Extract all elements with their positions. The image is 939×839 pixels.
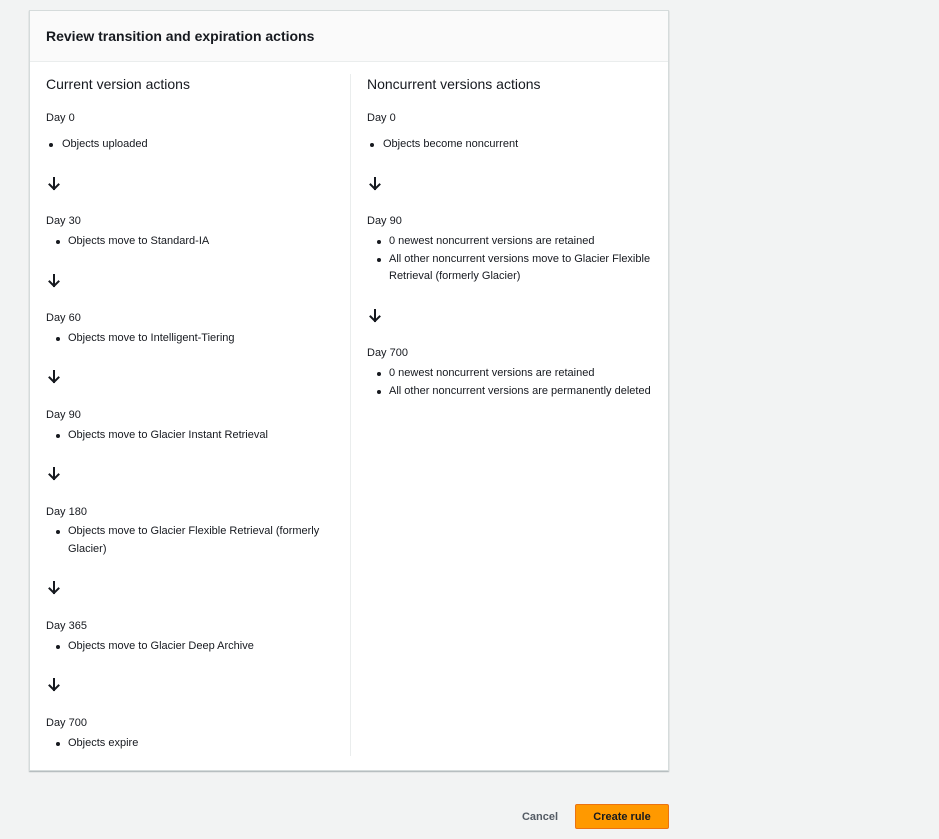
arrow-down-icon — [46, 176, 62, 192]
action-item: Objects move to Intelligent-Tiering — [46, 330, 348, 348]
day-label: Day 60 — [46, 312, 81, 324]
current-step-day-365: Day 365 Objects move to Glacier Deep Arc… — [46, 619, 348, 656]
action-item: Objects uploaded — [46, 136, 348, 154]
day-label: Day 0 — [367, 112, 396, 124]
current-step-day-0: Day 0 Objects uploaded — [46, 111, 348, 154]
action-list: Objects uploaded — [46, 136, 348, 154]
action-list: Objects move to Intelligent-Tiering — [46, 330, 348, 348]
current-step-day-60: Day 60 Objects move to Intelligent-Tieri… — [46, 311, 348, 348]
action-list: Objects move to Glacier Instant Retrieva… — [46, 427, 348, 445]
arrow-down-icon — [367, 176, 383, 192]
arrow-down-icon — [46, 273, 62, 289]
action-list: 0 newest noncurrent versions are retaine… — [367, 365, 657, 400]
noncurrent-step-day-0: Day 0 Objects become noncurrent — [367, 111, 657, 154]
noncurrent-version-timeline: Day 0 Objects become noncurrent Day 90 0… — [367, 74, 657, 764]
day-label: Day 700 — [46, 717, 87, 729]
action-list: Objects become noncurrent — [367, 136, 657, 154]
current-step-day-180: Day 180 Objects move to Glacier Flexible… — [46, 505, 348, 558]
action-item: All other noncurrent versions are perman… — [367, 383, 657, 401]
action-item: 0 newest noncurrent versions are retaine… — [367, 365, 657, 383]
current-step-day-90: Day 90 Objects move to Glacier Instant R… — [46, 408, 348, 445]
action-list: Objects move to Glacier Deep Archive — [46, 638, 348, 656]
day-label: Day 180 — [46, 506, 87, 518]
action-list: Objects expire — [46, 735, 348, 753]
current-step-day-30: Day 30 Objects move to Standard-IA — [46, 214, 348, 251]
day-label: Day 90 — [46, 409, 81, 421]
current-version-timeline: Day 0 Objects uploaded Day 30 Objects mo… — [46, 74, 348, 764]
day-label: Day 700 — [367, 347, 408, 359]
day-label: Day 90 — [367, 215, 402, 227]
current-step-day-700: Day 700 Objects expire — [46, 716, 348, 753]
arrow-down-icon — [46, 580, 62, 596]
action-list: Objects move to Standard-IA — [46, 233, 348, 251]
action-item: All other noncurrent versions move to Gl… — [367, 251, 657, 286]
arrow-down-icon — [46, 466, 62, 482]
panel-header: Review transition and expiration actions — [30, 11, 668, 62]
arrow-down-icon — [46, 677, 62, 693]
column-divider — [350, 74, 351, 756]
action-item: Objects expire — [46, 735, 348, 753]
create-rule-button[interactable]: Create rule — [575, 804, 669, 829]
action-list: Objects move to Glacier Flexible Retriev… — [46, 523, 348, 558]
day-label: Day 365 — [46, 620, 87, 632]
day-label: Day 0 — [46, 112, 75, 124]
arrow-down-icon — [367, 308, 383, 324]
action-item: Objects become noncurrent — [367, 136, 657, 154]
action-item: Objects move to Glacier Deep Archive — [46, 638, 348, 656]
action-list: 0 newest noncurrent versions are retaine… — [367, 233, 657, 286]
action-item: Objects move to Glacier Flexible Retriev… — [46, 523, 348, 558]
noncurrent-step-day-90: Day 90 0 newest noncurrent versions are … — [367, 214, 657, 286]
action-item: Objects move to Glacier Instant Retrieva… — [46, 427, 348, 445]
review-actions-panel: Review transition and expiration actions… — [29, 10, 669, 771]
cancel-button[interactable]: Cancel — [513, 804, 567, 829]
noncurrent-step-day-700: Day 700 0 newest noncurrent versions are… — [367, 346, 657, 400]
action-item: Objects move to Standard-IA — [46, 233, 348, 251]
action-item: 0 newest noncurrent versions are retaine… — [367, 233, 657, 251]
panel-title: Review transition and expiration actions — [46, 28, 315, 44]
arrow-down-icon — [46, 369, 62, 385]
day-label: Day 30 — [46, 215, 81, 227]
